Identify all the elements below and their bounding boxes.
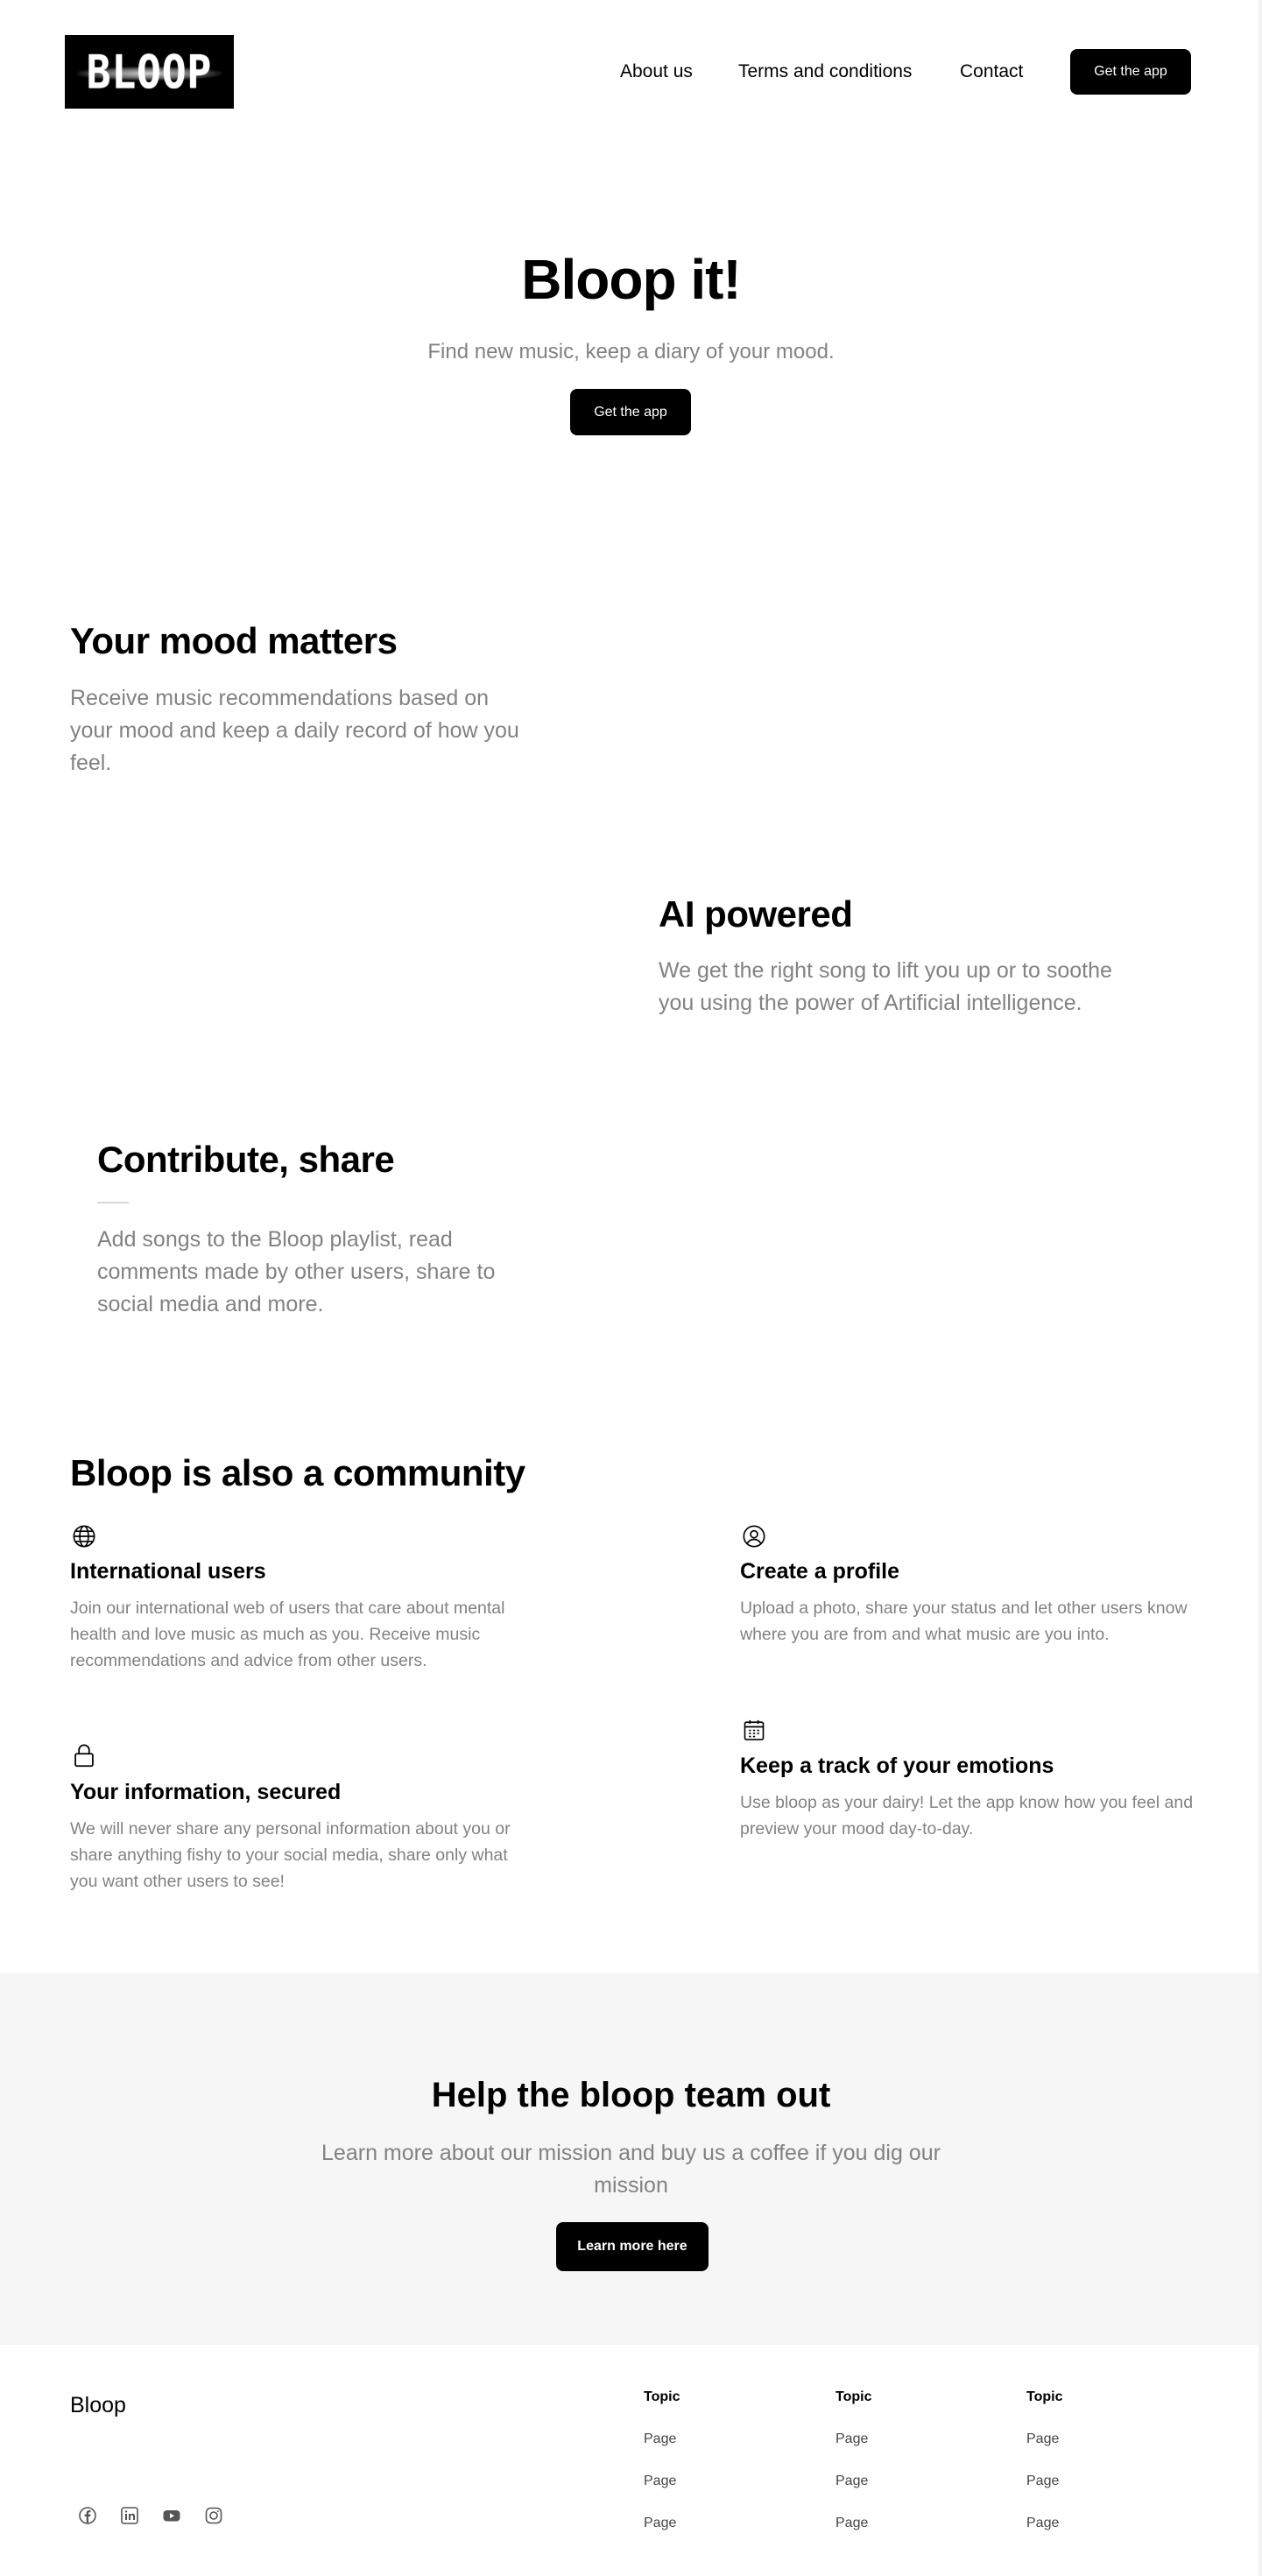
footer-column-3-topic: Topic bbox=[1026, 2389, 1063, 2404]
globe-icon bbox=[73, 1525, 95, 1548]
community-item-profile-title: Create a profile bbox=[740, 1559, 900, 1584]
community-item-international-text: Join our international web of users that… bbox=[70, 1599, 505, 1670]
footer-column-2-topic: Topic bbox=[835, 2389, 872, 2404]
scrollbar-track[interactable] bbox=[1258, 0, 1262, 2576]
header-get-app-button[interactable]: Get the app bbox=[1070, 49, 1191, 95]
footer-column-3-page-2[interactable]: Page bbox=[1026, 2474, 1059, 2489]
community-item-secured-title: Your information, secured bbox=[70, 1780, 342, 1804]
footer-column-2-page-2[interactable]: Page bbox=[835, 2474, 868, 2489]
nav-about-us[interactable]: About us bbox=[620, 61, 693, 82]
footer-column-2-page-1[interactable]: Page bbox=[835, 2431, 868, 2447]
nav-contact[interactable]: Contact bbox=[960, 61, 1023, 82]
footer-brand: Bloop bbox=[70, 2393, 126, 2417]
community-item-emotions-text: Use bloop as your dairy! Let the app kno… bbox=[740, 1793, 1194, 1838]
footer-column-3-page-3[interactable]: Page bbox=[1026, 2516, 1059, 2531]
footer-column-2-page-3[interactable]: Page bbox=[835, 2516, 868, 2531]
feature-contribute-text: Add songs to the Bloop playlist, read co… bbox=[97, 1227, 496, 1316]
footer-column-1-page-2[interactable]: Page bbox=[644, 2474, 676, 2489]
youtube-icon[interactable] bbox=[161, 2505, 182, 2526]
hero-subtitle: Find new music, keep a diary of your moo… bbox=[427, 340, 835, 363]
lock-icon bbox=[74, 1744, 94, 1768]
help-subtitle: Learn more about our mission and buy us … bbox=[321, 2141, 941, 2198]
hero-title: Bloop it! bbox=[521, 248, 741, 311]
help-title: Help the bloop team out bbox=[431, 2076, 831, 2114]
feature-contribute-title: Contribute, share bbox=[97, 1139, 395, 1180]
footer-column-1-page-1[interactable]: Page bbox=[644, 2431, 676, 2447]
nav-terms-and-conditions[interactable]: Terms and conditions bbox=[738, 61, 912, 82]
user-circle-icon bbox=[743, 1525, 765, 1548]
feature-ai-title: AI powered bbox=[659, 893, 853, 935]
footer-column-1-topic: Topic bbox=[644, 2389, 680, 2404]
community-item-emotions-title: Keep a track of your emotions bbox=[740, 1754, 1054, 1778]
community-item-secured-text: We will never share any personal informa… bbox=[70, 1819, 511, 1891]
bloop-logo[interactable]: BLOOP bbox=[65, 35, 234, 109]
feature-mood-title: Your mood matters bbox=[70, 620, 398, 661]
learn-more-button[interactable]: Learn more here bbox=[556, 2222, 709, 2271]
instagram-icon[interactable] bbox=[203, 2505, 224, 2526]
feature-mood-text: Receive music recommendations based on y… bbox=[70, 686, 519, 775]
community-item-profile-text: Upload a photo, share your status and le… bbox=[740, 1599, 1188, 1644]
logo-text: BLOOP bbox=[86, 44, 213, 100]
community-title: Bloop is also a community bbox=[70, 1452, 525, 1493]
footer-column-1-page-3[interactable]: Page bbox=[644, 2516, 676, 2531]
landing-page: BLOOP About us Terms and conditions Cont… bbox=[0, 0, 1262, 2576]
facebook-icon[interactable] bbox=[77, 2505, 98, 2526]
linkedin-icon[interactable] bbox=[119, 2505, 140, 2526]
calendar-icon bbox=[744, 1719, 765, 1740]
footer-column-3-page-1[interactable]: Page bbox=[1026, 2431, 1059, 2447]
community-item-international-title: International users bbox=[70, 1559, 266, 1584]
hero-get-app-button[interactable]: Get the app bbox=[570, 389, 691, 435]
feature-ai-text: We get the right song to lift you up or … bbox=[659, 958, 1112, 1015]
section-divider bbox=[97, 1202, 129, 1203]
